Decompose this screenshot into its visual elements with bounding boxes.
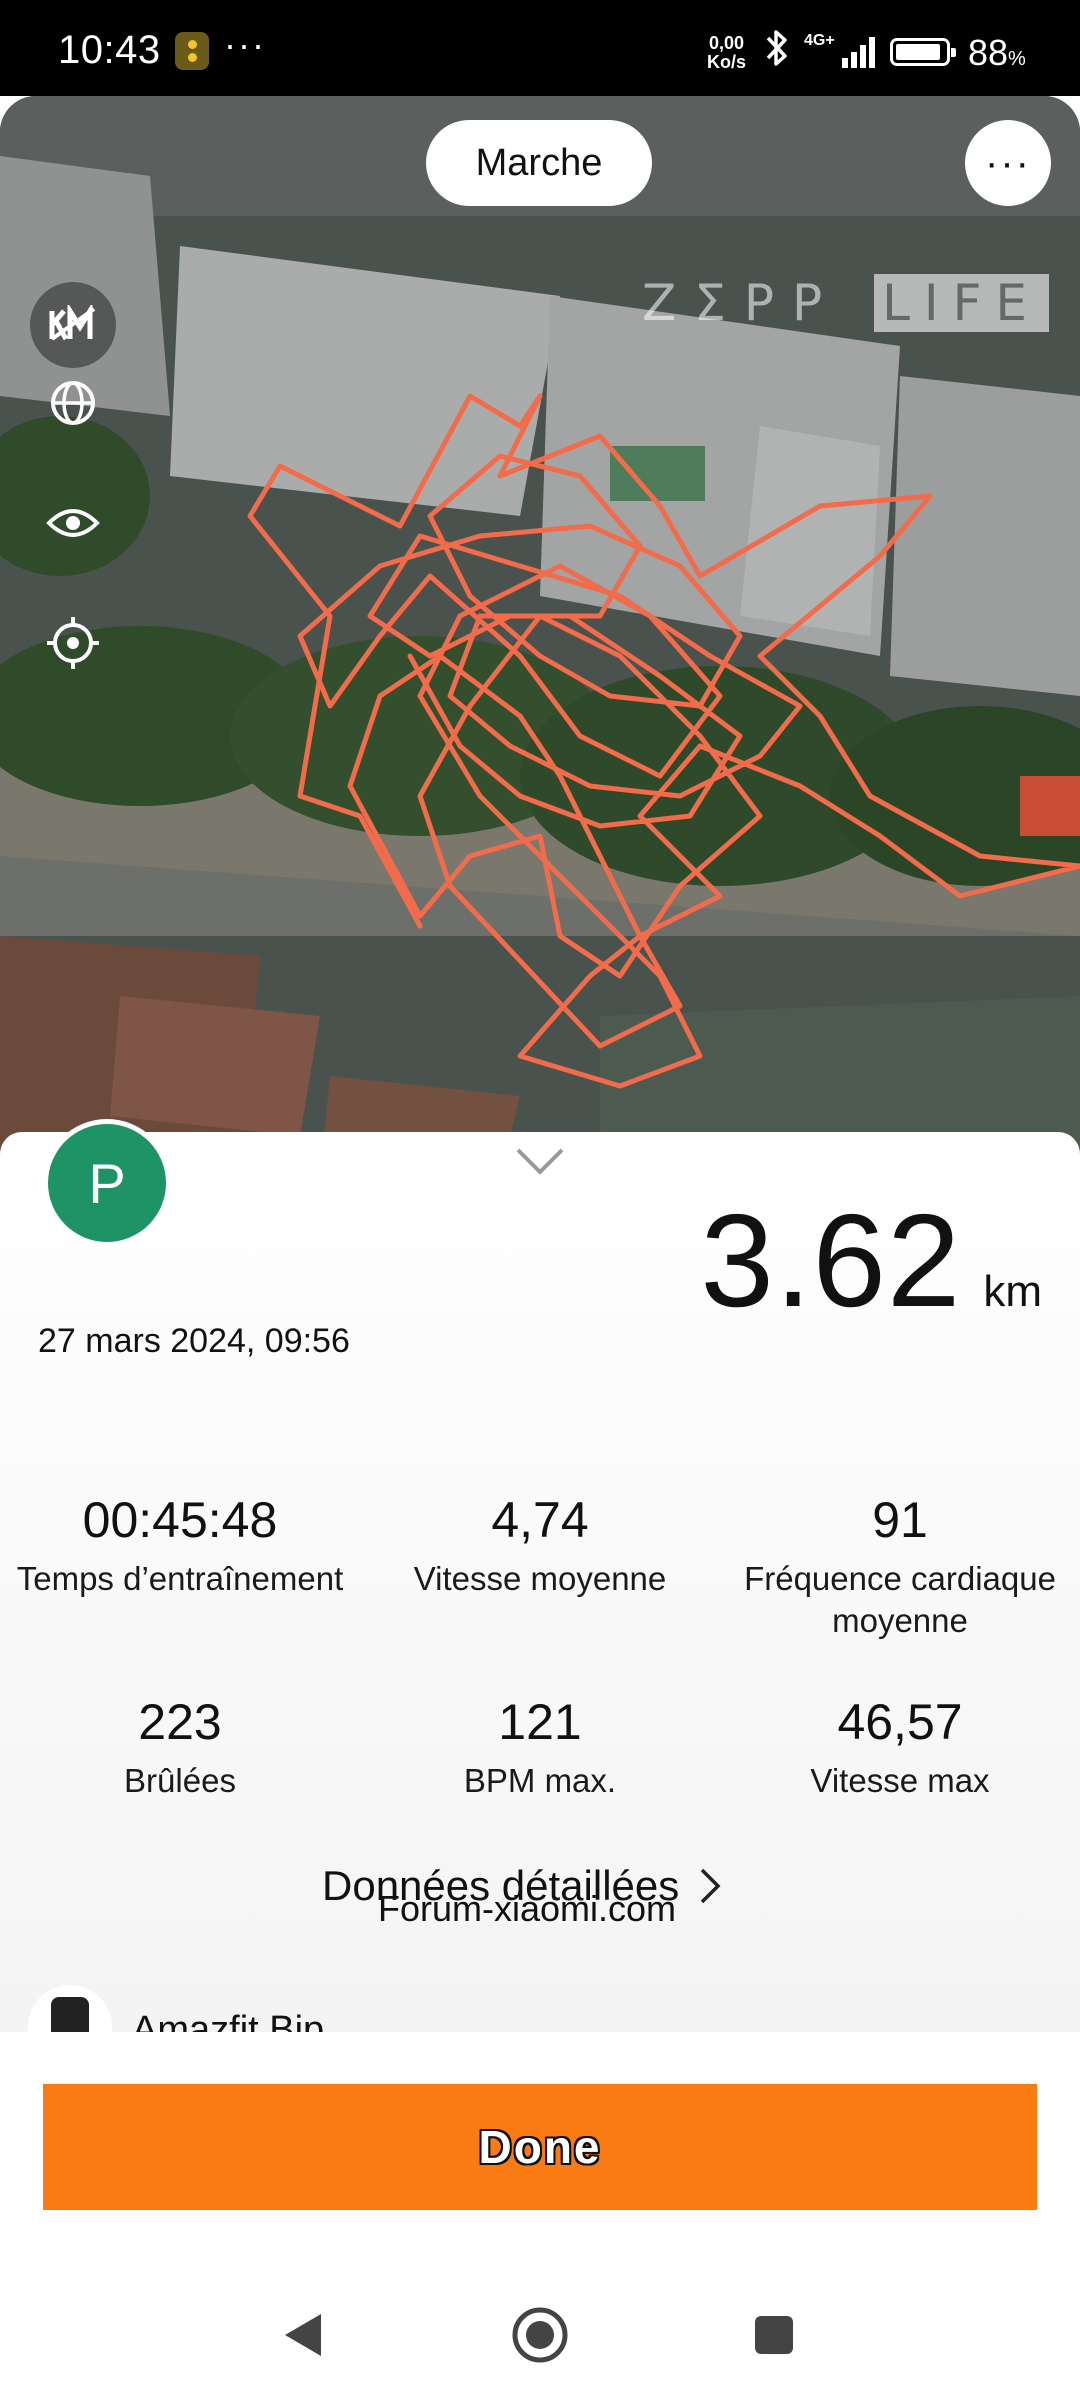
globe-icon: [51, 381, 95, 425]
locate-button[interactable]: [30, 600, 116, 686]
more-options-button[interactable]: ···: [965, 120, 1051, 206]
stat-value: 46,57: [837, 1694, 963, 1750]
map-layer-button[interactable]: [30, 360, 116, 446]
workout-date: 27 mars 2024, 09:56: [38, 1322, 350, 1360]
avatar[interactable]: P: [48, 1124, 166, 1242]
notification-app-icon: [175, 32, 209, 70]
stat-value: 4,74: [491, 1492, 589, 1548]
crosshair-icon: [47, 617, 99, 669]
stat-average-speed: 4,74 Vitesse moyenne: [360, 1490, 720, 1600]
activity-type-button[interactable]: Marche: [426, 120, 652, 206]
stat-label: Vitesse moyenne: [413, 1560, 667, 1597]
watch-icon: [28, 1985, 112, 2035]
stat-label: Temps d’entraînement: [16, 1560, 344, 1597]
stat-average-heart-rate: 91 Fréquence cardiaque moyenne: [720, 1490, 1080, 1642]
network-speed-value: 0,00: [708, 33, 745, 53]
distance-display: 3.62 km: [700, 1185, 1042, 1336]
battery-percentage-sign: %: [1008, 48, 1026, 70]
more-notifications-icon: ···: [224, 24, 266, 65]
network-speed: 0,00 Ko/s: [707, 34, 746, 72]
eye-icon: [46, 509, 100, 537]
collapse-chevron-icon[interactable]: [514, 1146, 566, 1176]
recents-square-icon: [755, 2316, 793, 2354]
nav-home-button[interactable]: [505, 2300, 575, 2370]
app-watermark: ZΣPP LIFE: [642, 274, 1050, 334]
nav-back-button[interactable]: [268, 2300, 338, 2370]
network-speed-unit: Ko/s: [707, 52, 747, 72]
map-style-button[interactable]: [30, 282, 116, 368]
home-circle-icon: [512, 2307, 568, 2363]
battery-percentage: 88%: [968, 32, 1026, 74]
stat-value: 223: [138, 1694, 222, 1750]
stat-max-bpm: 121 BPM max.: [360, 1692, 720, 1802]
device-row[interactable]: Amazfit Bip: [28, 1985, 324, 2035]
km-markers-icon: [49, 305, 96, 341]
stat-training-time: 00:45:48 Temps d’entraînement: [0, 1490, 360, 1600]
done-button[interactable]: Done: [43, 2084, 1037, 2210]
route-map[interactable]: Marche ··· ZΣPP LIFE: [0, 96, 1080, 1176]
stat-max-speed: 46,57 Vitesse max: [720, 1692, 1080, 1802]
stat-label: Fréquence cardiaque moyenne: [744, 1560, 1056, 1639]
signal-strength-icon: [842, 37, 875, 68]
status-bar: 10:43 ··· 0,00 Ko/s 4G+ 88%: [0, 0, 1080, 96]
route-path: [247, 393, 1080, 1089]
app-watermark-left: ZΣPP: [642, 274, 841, 332]
stat-calories-burned: 223 Brûlées: [0, 1692, 360, 1802]
stat-value: 121: [498, 1694, 582, 1750]
stat-label: Brûlées: [124, 1762, 236, 1799]
battery-percentage-value: 88: [968, 32, 1009, 73]
forum-watermark: Forum-xiaomi.com: [378, 1888, 677, 1929]
stat-label: BPM max.: [463, 1762, 617, 1799]
stat-label: Vitesse max: [810, 1762, 990, 1799]
clock: 10:43: [58, 28, 161, 72]
chevron-right-icon: [701, 1868, 721, 1904]
app-watermark-right: LIFE: [874, 274, 1050, 332]
battery-icon: [890, 38, 956, 66]
stat-value: 00:45:48: [82, 1492, 278, 1548]
distance-value: 3.62: [700, 1187, 962, 1334]
route-track: [247, 393, 1080, 1089]
stat-value: 91: [872, 1492, 928, 1548]
visibility-toggle-button[interactable]: [30, 480, 116, 566]
nav-recents-button[interactable]: [739, 2300, 809, 2370]
back-triangle-icon: [285, 2314, 321, 2356]
bluetooth-icon: [762, 28, 792, 77]
distance-unit: km: [983, 1267, 1042, 1316]
